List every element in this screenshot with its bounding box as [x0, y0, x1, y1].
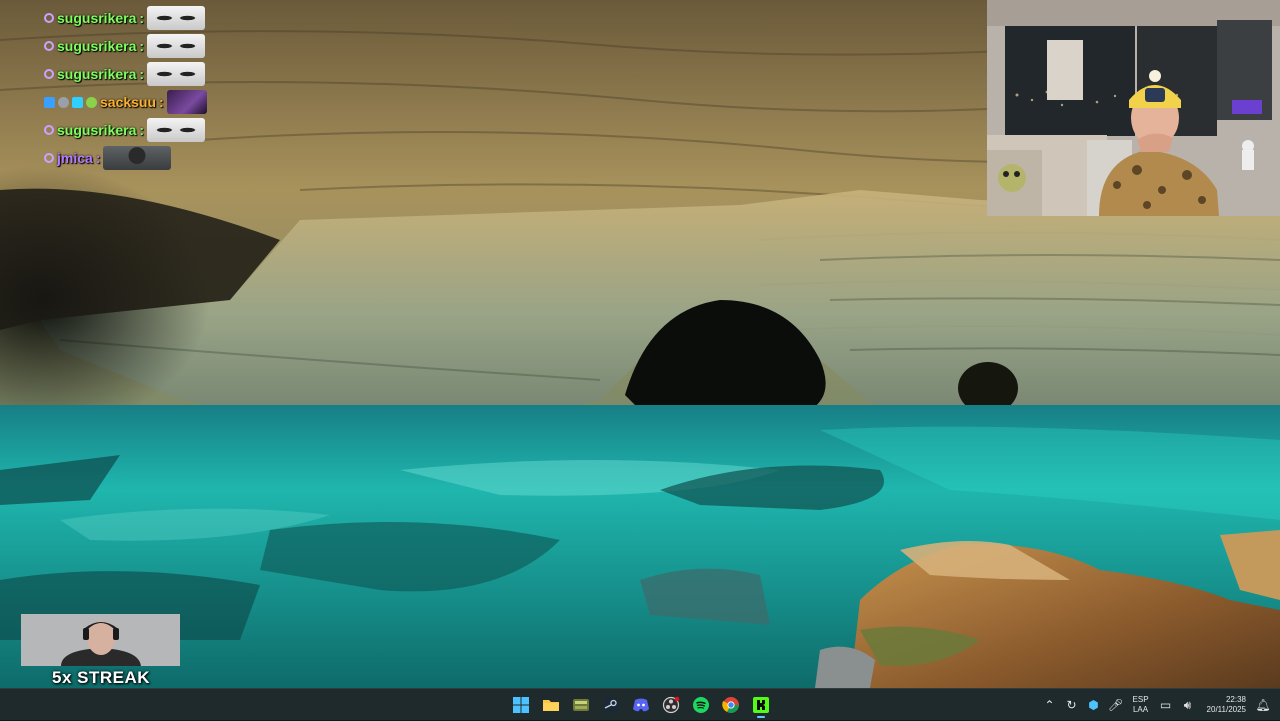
kick-icon — [753, 697, 769, 713]
input-language[interactable]: ESP LAA — [1133, 695, 1149, 715]
taskbar-apps — [508, 689, 774, 721]
game-app-button[interactable] — [568, 691, 594, 719]
mascot-badge-icon — [86, 96, 97, 108]
folder-icon — [543, 700, 559, 711]
sword-badge-icon — [44, 96, 55, 108]
chat-username: sugusrikera — [57, 10, 137, 26]
kick-button[interactable] — [748, 691, 774, 719]
discord-button[interactable] — [628, 691, 654, 719]
subscriber-badge-icon — [44, 13, 54, 23]
chat-separator: : — [139, 66, 145, 82]
clock-time: 22:38 — [1225, 695, 1246, 704]
chat-separator: : — [159, 94, 164, 110]
chat-message: sugusrikera: — [44, 60, 264, 88]
dark-emote-icon — [166, 90, 207, 114]
chat-separator: : — [139, 122, 145, 138]
volume-icon[interactable]: 🔊︎ — [1179, 696, 1197, 714]
chat-message: sugusrikera: — [44, 116, 264, 144]
chevron-up-icon[interactable]: ⌃ — [1041, 696, 1059, 714]
chrome-button[interactable] — [718, 691, 744, 719]
subscriber-badge-icon — [44, 125, 54, 135]
chat-message: sugusrikera: — [44, 4, 264, 32]
chrome-icon — [722, 697, 739, 713]
clock[interactable]: 22:38 20/11/2025 — [1207, 695, 1246, 715]
streamer-webcam — [987, 0, 1280, 216]
face-emote-icon — [103, 146, 172, 170]
chat-username: sacksuu — [100, 94, 157, 110]
chat-username: sugusrikera — [57, 38, 137, 54]
obs-icon — [662, 696, 680, 714]
secondary-webcam — [21, 614, 180, 666]
ghost-emote-icon — [147, 6, 206, 30]
spotify-icon — [693, 697, 709, 713]
chat-username: sugusrikera — [57, 122, 137, 138]
sync-icon[interactable]: ↻ — [1063, 696, 1081, 714]
subscriber-badge-icon — [44, 41, 54, 51]
chat-message: jmica: — [44, 144, 264, 172]
system-tray: ⌃ ↻ ⬢ 🎤︎ ESP LAA ▭ 🔊︎ 22:38 20/11/2025 🔔… — [1039, 689, 1280, 721]
chat-username: sugusrikera — [57, 66, 137, 82]
language-code: ESP — [1132, 695, 1149, 704]
chat-separator: : — [139, 38, 145, 54]
steam-button[interactable] — [598, 691, 624, 719]
spotify-button[interactable] — [688, 691, 714, 719]
notification-bell-icon[interactable]: 🔔︎ — [1254, 696, 1272, 714]
windows-taskbar: ⌃ ↻ ⬢ 🎤︎ ESP LAA ▭ 🔊︎ 22:38 20/11/2025 🔔… — [0, 688, 1280, 720]
chat-separator: : — [95, 150, 101, 166]
circle-badge-icon — [58, 96, 69, 108]
language-layout: LAA — [1132, 705, 1149, 714]
clock-date: 20/11/2025 — [1206, 705, 1246, 714]
gem-badge-icon — [72, 96, 83, 108]
chat-separator: : — [139, 10, 145, 26]
ghost-emote-icon — [147, 34, 206, 58]
ghost-emote-icon — [147, 118, 206, 142]
chat-overlay: sugusrikera: sugusrikera: sugusrikera: s… — [44, 4, 264, 172]
network-icon[interactable]: ▭ — [1157, 696, 1175, 714]
file-explorer-button[interactable] — [538, 691, 564, 719]
subscriber-badge-icon — [44, 153, 54, 163]
bluetooth-icon[interactable]: ⬢ — [1085, 696, 1103, 714]
subscriber-badge-icon — [44, 69, 54, 79]
windows-logo-icon — [513, 697, 529, 713]
chat-username: jmica — [57, 150, 93, 166]
game-tile-icon — [573, 699, 589, 711]
microphone-icon[interactable]: 🎤︎ — [1107, 696, 1125, 714]
streak-label: 5x STREAK — [51, 668, 151, 687]
start-button[interactable] — [508, 691, 534, 719]
discord-icon — [633, 698, 649, 712]
ghost-emote-icon — [147, 62, 206, 86]
steam-icon — [603, 697, 619, 713]
chat-message: sugusrikera: — [44, 32, 264, 60]
obs-button[interactable] — [658, 691, 684, 719]
chat-message: sacksuu: — [44, 88, 264, 116]
